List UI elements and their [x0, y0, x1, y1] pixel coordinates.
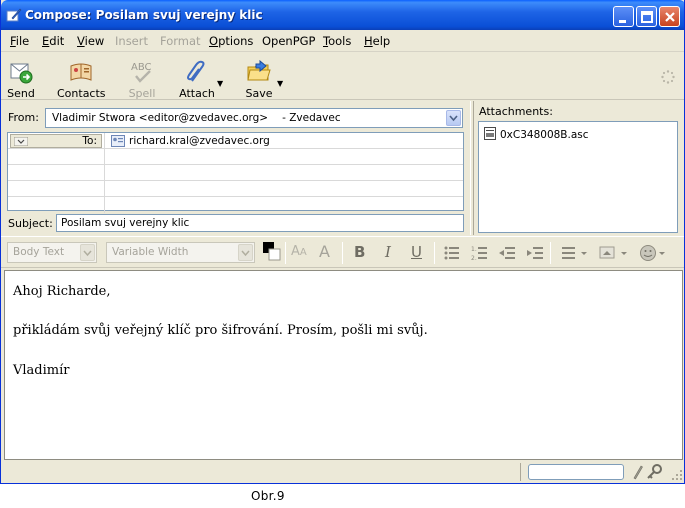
chevron-down-icon [83, 250, 92, 257]
larger-font-icon[interactable]: A [319, 242, 330, 261]
attachments-label: Attachments: [479, 105, 553, 118]
spell-button[interactable]: ABC Spell [125, 57, 159, 100]
subject-input[interactable]: Posilam svuj verejny klic [56, 214, 464, 232]
window-title: Compose: Posilam svuj verejny klic [25, 8, 263, 22]
chevron-down-icon [449, 115, 458, 122]
text-file-icon [484, 127, 496, 140]
svg-text:2.: 2. [471, 255, 477, 261]
bullet-list-icon[interactable] [444, 245, 460, 261]
body-line-message: přikládám svůj veřejný klíč pro šifrován… [13, 323, 428, 338]
attachment-item[interactable]: 0xC348008B.asc [484, 127, 589, 141]
menu-edit[interactable]: Edit [42, 34, 64, 48]
smaller-font-icon[interactable]: AA [291, 244, 307, 259]
italic-icon[interactable]: I [385, 243, 391, 261]
menu-openpgp[interactable]: OpenPGP [262, 34, 316, 48]
subject-label: Subject: [8, 217, 53, 230]
spell-label: Spell [128, 87, 156, 100]
attachment-name: 0xC348008B.asc [500, 129, 589, 141]
outdent-icon[interactable] [499, 245, 515, 261]
to-address[interactable]: richard.kral@zvedavec.org [129, 135, 270, 147]
bold-icon[interactable]: B [354, 243, 365, 261]
from-value: Vladimir Stwora <editor@zvedavec.org> - Z… [52, 112, 341, 124]
save-label: Save [245, 87, 273, 100]
minimize-button[interactable] [613, 6, 634, 27]
spellcheck-icon: ABC [131, 62, 152, 83]
compose-window: Compose: Posilam svuj verejny klic File … [0, 0, 685, 484]
numbered-list-icon[interactable]: 1.2. [471, 245, 487, 261]
minimize-icon [619, 20, 626, 23]
menu-options[interactable]: Options [209, 34, 253, 48]
from-label: From: [8, 111, 39, 124]
maximize-button[interactable] [636, 6, 657, 27]
to-label: To: [82, 135, 97, 147]
format-toolbar: Body Text Variable Width AA A B I U 1. 2. [1, 236, 684, 268]
throbber-icon [661, 70, 675, 84]
menu-format[interactable]: Format [160, 34, 201, 48]
indent-icon[interactable] [527, 245, 543, 261]
attach-dropdown-icon[interactable]: ▼ [217, 79, 223, 88]
menu-file[interactable]: File [10, 34, 29, 48]
resize-grip-icon[interactable] [671, 469, 683, 481]
recipient-row-empty[interactable] [8, 197, 463, 213]
save-button[interactable]: Save ▼ [241, 57, 283, 100]
menu-help[interactable]: Help [364, 34, 390, 48]
compose-pen-icon [6, 8, 22, 22]
paperclip-icon [187, 60, 205, 82]
attachment-splitter[interactable] [470, 101, 474, 235]
send-icon [10, 63, 33, 84]
recipient-row-empty[interactable] [8, 181, 463, 197]
font-select[interactable]: Variable Width [106, 242, 255, 263]
figure-caption: Obr.9 [251, 489, 285, 503]
signing-pen-icon[interactable] [631, 464, 643, 480]
svg-text:1.: 1. [471, 246, 477, 253]
recipient-row-empty[interactable] [8, 165, 463, 181]
recipient-type-select[interactable]: To: [10, 134, 102, 148]
recipient-row-empty[interactable] [8, 149, 463, 165]
status-bar [1, 461, 684, 483]
maximize-icon [641, 11, 653, 23]
body-line-greeting: Ahoj Richarde, [13, 284, 111, 299]
align-dropdown-icon[interactable] [562, 245, 588, 261]
attach-label: Attach [179, 87, 215, 100]
send-label: Send [7, 87, 35, 100]
menu-bar: File Edit View Insert Format Options Ope… [1, 30, 684, 52]
smiley-dropdown-icon[interactable] [639, 244, 669, 262]
from-dropdown-button[interactable] [446, 110, 461, 126]
close-icon [665, 12, 675, 22]
recipient-list: To: richard.kral@zvedavec.org [7, 132, 464, 213]
title-bar[interactable]: Compose: Posilam svuj verejny klic [1, 0, 684, 30]
subject-value: Posilam svuj verejny klic [61, 217, 190, 229]
contacts-label: Contacts [57, 87, 106, 100]
insert-object-dropdown-icon[interactable] [599, 245, 629, 261]
paragraph-style-value: Body Text [13, 246, 65, 258]
attachment-list[interactable]: 0xC348008B.asc [478, 121, 678, 233]
status-progress-field [528, 464, 624, 480]
text-color-icon[interactable] [262, 241, 282, 265]
from-select[interactable]: Vladimir Stwora <editor@zvedavec.org> - Z… [45, 108, 463, 128]
save-dropdown-icon[interactable]: ▼ [277, 79, 283, 88]
menu-view[interactable]: View [77, 34, 104, 48]
encryption-key-icon[interactable] [647, 464, 663, 480]
contacts-button[interactable]: Contacts [57, 57, 106, 100]
menu-insert[interactable]: Insert [115, 34, 148, 48]
main-toolbar: Send Contacts ABC Spell Attach ▼ Save ▼ [1, 53, 684, 100]
chevron-down-icon [14, 137, 28, 146]
recipient-row[interactable]: To: richard.kral@zvedavec.org [8, 133, 463, 149]
attach-button[interactable]: Attach ▼ [177, 57, 223, 100]
close-button[interactable] [659, 6, 680, 27]
paragraph-style-select[interactable]: Body Text [7, 242, 97, 263]
underline-icon[interactable]: U [411, 243, 422, 261]
address-book-icon [70, 63, 92, 81]
body-line-signature: Vladimír [13, 363, 70, 378]
chevron-down-icon [241, 250, 250, 257]
send-button[interactable]: Send [3, 57, 39, 100]
folder-save-icon [247, 59, 271, 81]
contact-card-icon [111, 135, 125, 147]
menu-tools[interactable]: Tools [323, 34, 351, 48]
message-body-editor[interactable]: Ahoj Richarde, přikládám svůj veřejný kl… [4, 270, 683, 460]
font-value: Variable Width [112, 246, 189, 258]
